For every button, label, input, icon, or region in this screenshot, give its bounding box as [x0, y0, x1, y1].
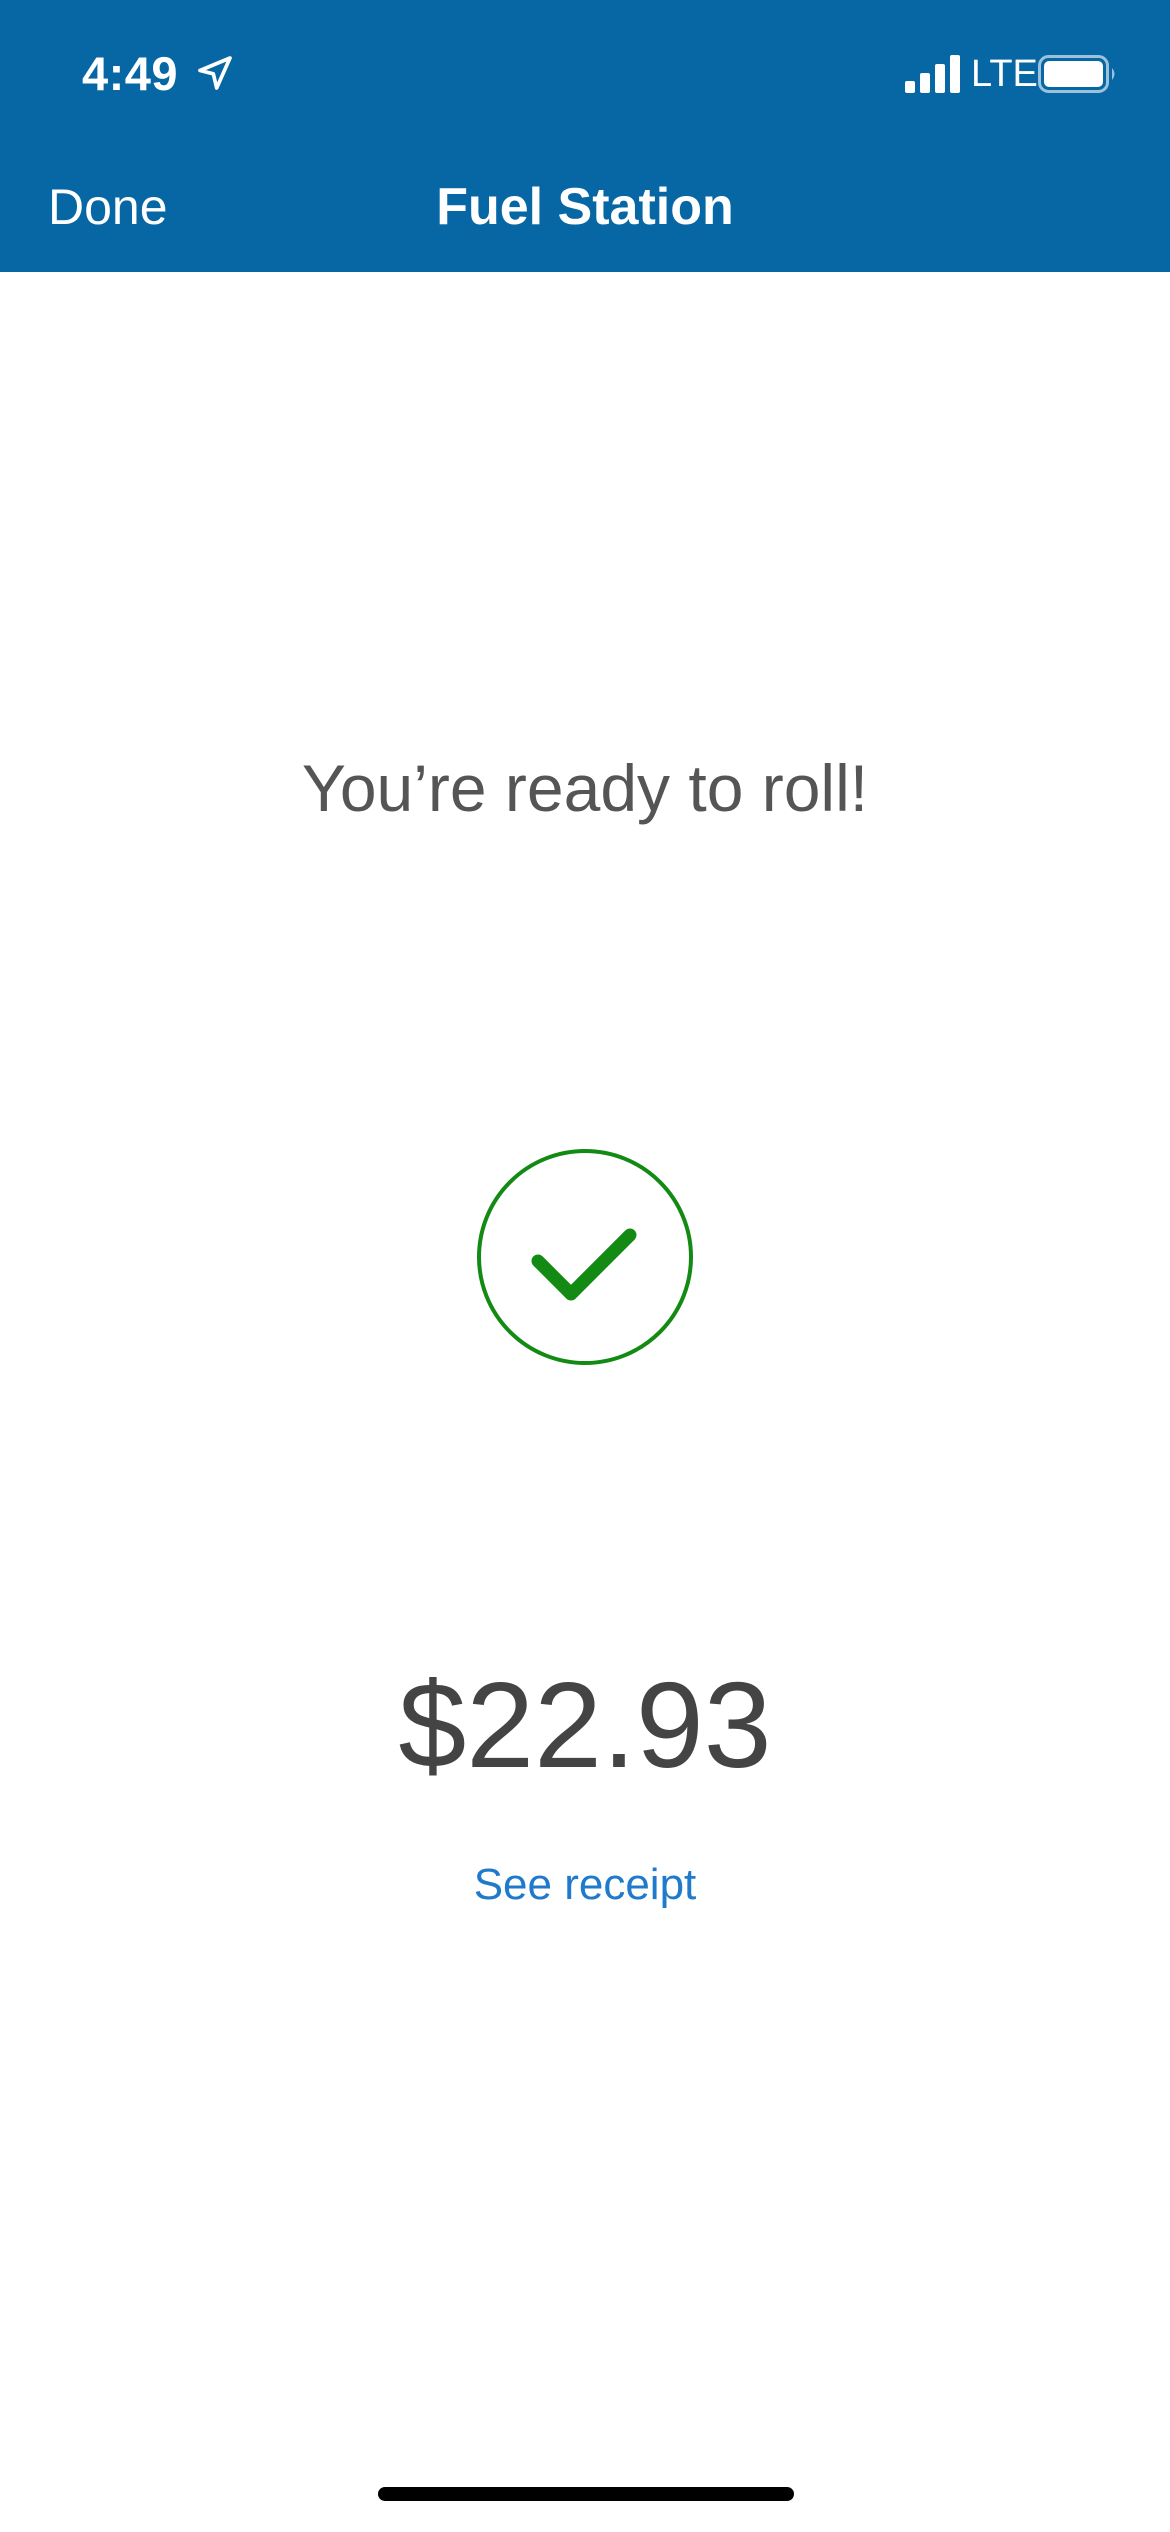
payment-amount: $22.93: [398, 1657, 772, 1793]
battery-icon: [1038, 55, 1115, 93]
status-time: 4:49: [82, 47, 179, 100]
network-type-label: LTE: [971, 53, 1038, 95]
checkmark-circle-icon: [477, 1149, 693, 1365]
navigation-header: 4:49 LTE Done Fuel Station: [0, 0, 1170, 272]
page-title: Fuel Station: [436, 178, 734, 236]
cellular-signal-icon: [905, 55, 960, 93]
ready-heading: You’re ready to roll!: [301, 751, 869, 825]
location-arrow-icon: [198, 56, 232, 90]
home-indicator[interactable]: [378, 2487, 794, 2501]
see-receipt-link[interactable]: See receipt: [0, 1855, 1170, 1915]
